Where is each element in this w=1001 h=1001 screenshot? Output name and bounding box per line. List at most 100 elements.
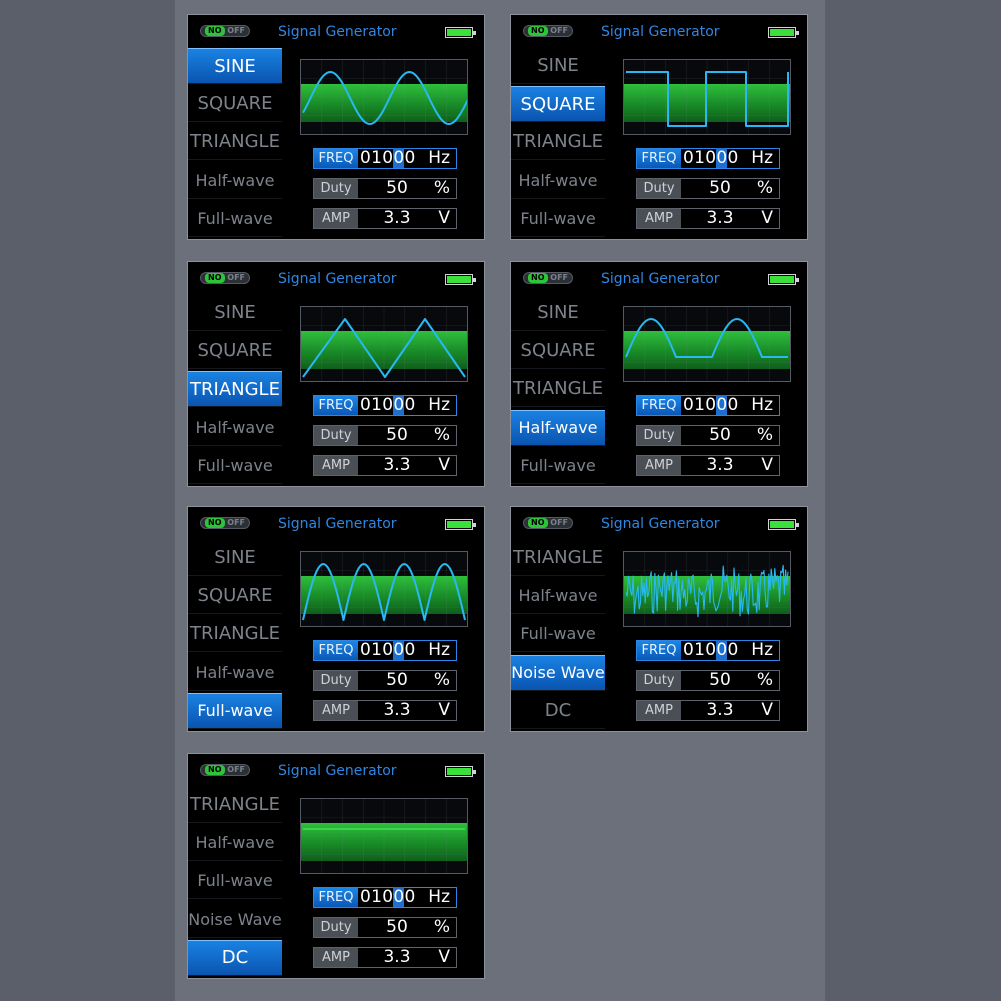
- menu-item-square[interactable]: SQUARE: [511, 86, 605, 123]
- menu-item-dc[interactable]: DC: [511, 693, 605, 729]
- freq-unit: Hz: [751, 395, 773, 415]
- menu-item-full-wave[interactable]: Full-wave: [511, 201, 605, 237]
- menu-item-square[interactable]: SQUARE: [188, 86, 282, 123]
- menu-item-half-wave[interactable]: Half-wave: [511, 163, 605, 199]
- duty-field[interactable]: Duty 50%: [313, 670, 457, 691]
- duty-unit: %: [756, 425, 773, 445]
- toggle-on-label: NO: [205, 765, 225, 775]
- menu-item-square[interactable]: SQUARE: [188, 578, 282, 615]
- amplitude-field[interactable]: AMP 3.3 V: [313, 208, 457, 229]
- freq-digit-cursor[interactable]: 0: [393, 640, 405, 660]
- menu-item-triangle[interactable]: TRIANGLE: [188, 787, 282, 823]
- duty-field[interactable]: Duty 50%: [636, 670, 780, 691]
- waveform-menu: SINE SQUARE TRIANGLE Half-wave Full-wave: [511, 295, 605, 486]
- amplitude-field[interactable]: AMP 3.3 V: [636, 208, 780, 229]
- output-toggle[interactable]: NO OFF: [200, 764, 250, 776]
- freq-digit-cursor[interactable]: 0: [716, 148, 728, 168]
- amplitude-field[interactable]: AMP 3.3 V: [636, 455, 780, 476]
- freq-digit-cursor[interactable]: 0: [393, 148, 405, 168]
- amplitude-field[interactable]: AMP 3.3 V: [636, 700, 780, 721]
- freq-digit-cursor[interactable]: 0: [716, 395, 728, 415]
- menu-item-triangle[interactable]: TRIANGLE: [188, 616, 282, 653]
- freq-digits-pre: 010: [360, 640, 394, 660]
- menu-item-triangle[interactable]: TRIANGLE: [511, 371, 605, 408]
- frequency-field[interactable]: FREQ 01000 Hz: [313, 887, 457, 908]
- frequency-field[interactable]: FREQ 01000 Hz: [636, 640, 780, 661]
- menu-item-noise-wave[interactable]: Noise Wave: [511, 654, 605, 691]
- menu-item-square[interactable]: SQUARE: [188, 333, 282, 370]
- battery-tip: [796, 523, 799, 527]
- menu-item-half-wave[interactable]: Half-wave: [188, 825, 282, 862]
- menu-item-half-wave[interactable]: Half-wave: [188, 410, 282, 446]
- menu-item-half-wave[interactable]: Half-wave: [188, 163, 282, 199]
- waveform-scope: [300, 551, 468, 627]
- output-toggle[interactable]: NO OFF: [523, 272, 573, 284]
- battery-tip: [473, 523, 476, 527]
- battery-level: [447, 521, 471, 528]
- toggle-off-label: OFF: [550, 273, 568, 282]
- freq-digits-pre: 010: [360, 395, 394, 415]
- duty-field[interactable]: Duty 50%: [636, 178, 780, 199]
- battery-tip: [473, 278, 476, 282]
- signal-generator-panel-noise-wave: NO OFF Signal Generator TRIANGLE Half-wave Fu…: [510, 506, 808, 732]
- duty-field[interactable]: Duty 50%: [313, 425, 457, 446]
- amplitude-field[interactable]: AMP 3.3 V: [313, 455, 457, 476]
- frequency-field[interactable]: FREQ 01000 Hz: [313, 148, 457, 169]
- frequency-field[interactable]: FREQ 01000 Hz: [313, 640, 457, 661]
- duty-label: Duty: [314, 426, 358, 445]
- amp-label: AMP: [637, 209, 681, 228]
- menu-item-sine[interactable]: SINE: [511, 295, 605, 331]
- menu-item-noise-wave[interactable]: Noise Wave: [188, 902, 282, 938]
- freq-digit-cursor[interactable]: 0: [393, 395, 405, 415]
- amplitude-field[interactable]: AMP 3.3 V: [313, 947, 457, 968]
- menu-item-dc[interactable]: DC: [188, 939, 282, 976]
- duty-field[interactable]: Duty 50%: [313, 917, 457, 938]
- menu-item-sine[interactable]: SINE: [188, 48, 282, 84]
- signal-generator-panel-sine: NO OFF Signal Generator SINE SQUARE TRIANGLE H…: [187, 14, 485, 240]
- menu-item-full-wave[interactable]: Full-wave: [188, 201, 282, 237]
- menu-item-triangle[interactable]: TRIANGLE: [188, 371, 282, 408]
- output-toggle[interactable]: NO OFF: [200, 272, 250, 284]
- menu-item-full-wave[interactable]: Full-wave: [188, 692, 282, 729]
- menu-item-triangle[interactable]: TRIANGLE: [188, 124, 282, 161]
- app-title: Signal Generator: [601, 24, 720, 40]
- menu-item-full-wave[interactable]: Full-wave: [188, 448, 282, 484]
- frequency-field[interactable]: FREQ 01000 Hz: [636, 148, 780, 169]
- menu-item-sine[interactable]: SINE: [188, 540, 282, 576]
- waveform-scope: [623, 306, 791, 382]
- waveform-menu: TRIANGLE Half-wave Full-wave Noise Wave DC: [188, 787, 282, 978]
- battery-icon: [445, 766, 476, 777]
- battery-level: [447, 276, 471, 283]
- menu-item-triangle[interactable]: TRIANGLE: [511, 124, 605, 161]
- output-toggle[interactable]: NO OFF: [200, 517, 250, 529]
- menu-item-sine[interactable]: SINE: [511, 48, 605, 84]
- menu-item-full-wave[interactable]: Full-wave: [511, 448, 605, 484]
- menu-item-full-wave[interactable]: Full-wave: [511, 616, 605, 653]
- frequency-field[interactable]: FREQ 01000 Hz: [636, 395, 780, 416]
- output-toggle[interactable]: NO OFF: [200, 25, 250, 37]
- duty-value: 50: [709, 670, 731, 690]
- frequency-field[interactable]: FREQ 01000 Hz: [313, 395, 457, 416]
- toggle-on-label: NO: [528, 518, 548, 528]
- battery-level: [770, 29, 794, 36]
- menu-item-triangle[interactable]: TRIANGLE: [511, 540, 605, 576]
- freq-digits-pre: 010: [683, 148, 717, 168]
- menu-item-square[interactable]: SQUARE: [511, 333, 605, 370]
- output-toggle[interactable]: NO OFF: [523, 517, 573, 529]
- menu-item-half-wave[interactable]: Half-wave: [188, 655, 282, 691]
- amp-label: AMP: [314, 209, 358, 228]
- menu-item-full-wave[interactable]: Full-wave: [188, 863, 282, 900]
- menu-item-half-wave[interactable]: Half-wave: [511, 578, 605, 615]
- app-title: Signal Generator: [278, 271, 397, 287]
- menu-item-half-wave[interactable]: Half-wave: [511, 409, 605, 446]
- waveform-scope: [623, 59, 791, 135]
- duty-field[interactable]: Duty 50%: [313, 178, 457, 199]
- amplitude-field[interactable]: AMP 3.3 V: [313, 700, 457, 721]
- output-toggle[interactable]: NO OFF: [523, 25, 573, 37]
- menu-item-sine[interactable]: SINE: [188, 295, 282, 331]
- freq-digit-cursor[interactable]: 0: [393, 887, 405, 907]
- waveform-scope: [300, 59, 468, 135]
- waveform-menu: SINE SQUARE TRIANGLE Half-wave Full-wave: [188, 48, 282, 239]
- freq-digit-cursor[interactable]: 0: [716, 640, 728, 660]
- duty-field[interactable]: Duty 50%: [636, 425, 780, 446]
